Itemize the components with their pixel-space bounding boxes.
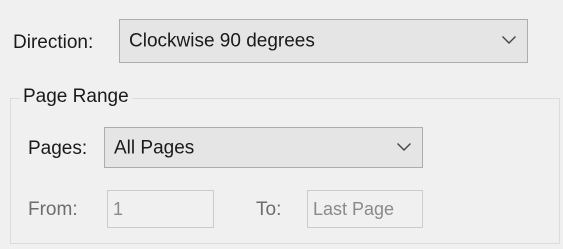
direction-select[interactable]: Clockwise 90 degrees bbox=[119, 19, 528, 63]
chevron-down-icon bbox=[502, 36, 516, 44]
pages-select-value: All Pages bbox=[114, 137, 195, 158]
from-page-input[interactable] bbox=[107, 190, 214, 228]
page-range-group bbox=[10, 98, 560, 244]
to-page-input[interactable] bbox=[307, 190, 423, 228]
chevron-down-icon bbox=[397, 142, 411, 151]
direction-select-value: Clockwise 90 degrees bbox=[129, 30, 315, 52]
page-range-title: Page Range bbox=[20, 86, 132, 109]
pages-label: Pages: bbox=[28, 138, 88, 159]
rotate-pages-panel: Direction: Clockwise 90 degrees Page Ran… bbox=[0, 0, 563, 249]
pages-select[interactable]: All Pages bbox=[104, 127, 423, 168]
direction-label: Direction: bbox=[13, 32, 94, 53]
to-label: To: bbox=[256, 199, 282, 220]
from-label: From: bbox=[28, 199, 78, 220]
